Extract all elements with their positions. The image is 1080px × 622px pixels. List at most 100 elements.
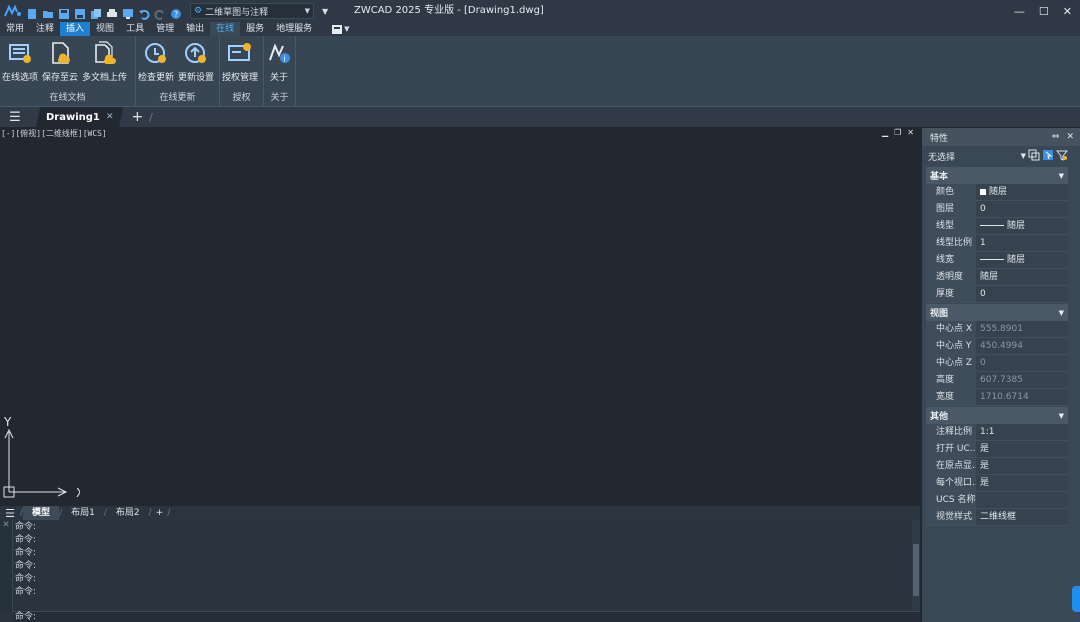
section-basic[interactable]: 基本 ▼	[926, 167, 1068, 184]
viewport-minimize-icon[interactable]: ▁	[882, 128, 888, 137]
prop-row-width[interactable]: 宽度 1710.6714	[926, 389, 1068, 406]
plot-preview-icon[interactable]	[122, 5, 134, 19]
prop-value: 555.8901	[976, 321, 1068, 337]
prop-value	[976, 492, 1068, 508]
chevron-down-icon: ▼	[1058, 308, 1064, 317]
check-update-button[interactable]: 检查更新	[136, 36, 176, 83]
tab-online[interactable]: 在线	[210, 22, 241, 36]
prop-key: 中心点 X	[926, 321, 976, 337]
about-icon: i	[269, 43, 290, 64]
layout-divider: /	[167, 508, 171, 518]
close-icon[interactable]: ✕	[1066, 132, 1074, 142]
toggle-pickadd-icon[interactable]	[1028, 149, 1040, 164]
add-tab-button[interactable]: +	[131, 109, 143, 125]
drawing-canvas[interactable]: [-][俯视][二维线框][WCS] ▁ ❐ ✕ Y X	[0, 127, 920, 506]
help-icon[interactable]: ?	[170, 5, 182, 19]
prop-key: 中心点 Y	[926, 338, 976, 354]
layout-tab-layout1[interactable]: 布局1	[62, 506, 104, 520]
open-folder-icon[interactable]	[42, 5, 54, 18]
add-layout-button[interactable]: +	[152, 506, 168, 520]
redo-icon[interactable]	[154, 5, 166, 20]
update-settings-button[interactable]: 更新设置	[176, 36, 216, 83]
prop-row-thickness[interactable]: 厚度 0	[926, 286, 1068, 303]
hamburger-menu-icon[interactable]: ☰	[0, 110, 30, 125]
lineweight-sample	[980, 259, 1004, 260]
prop-row-lineweight[interactable]: 线宽 随层	[926, 252, 1068, 269]
print-icon[interactable]	[106, 5, 118, 17]
close-icon[interactable]: ✕	[0, 520, 12, 530]
selection-dropdown[interactable]: 无选择 ▼	[926, 148, 1026, 164]
tab-service[interactable]: 服务	[240, 22, 270, 36]
prop-row-linetype[interactable]: 线型 随层	[926, 218, 1068, 235]
scrollbar-thumb[interactable]	[913, 544, 919, 596]
save-icon[interactable]	[58, 5, 70, 19]
tab-output[interactable]: 输出	[180, 22, 210, 36]
online-options-button[interactable]: 在线选项	[0, 36, 40, 83]
layout-tab-model[interactable]: 模型	[23, 506, 60, 520]
prop-value: 0	[976, 355, 1068, 371]
prop-row-transparency[interactable]: 透明度 随层	[926, 269, 1068, 286]
app-logo-icon[interactable]	[4, 4, 22, 18]
prop-value: 1:1	[976, 424, 1068, 440]
license-manage-button[interactable]: 授权管理	[220, 36, 260, 83]
tab-manage[interactable]: 管理	[150, 22, 180, 36]
multi-doc-upload-button[interactable]: 多文档上传	[80, 36, 129, 83]
copy-icon[interactable]	[90, 5, 102, 19]
online-options-icon	[9, 44, 31, 63]
properties-header: 特性 ⇔ ✕	[922, 128, 1080, 146]
tab-geo-service[interactable]: 地理服务	[270, 22, 318, 36]
minimize-button[interactable]: —	[1014, 5, 1025, 18]
command-scrollbar[interactable]	[912, 520, 920, 610]
ribbon-display-toggle-icon[interactable]: ▼	[332, 24, 350, 34]
maximize-button[interactable]: ☐	[1039, 5, 1049, 18]
prop-row-center-y[interactable]: 中心点 Y 450.4994	[926, 338, 1068, 355]
viewport-close-icon[interactable]: ✕	[907, 128, 914, 137]
about-button[interactable]: i 关于	[264, 36, 294, 83]
layout-tab-layout2[interactable]: 布局2	[107, 506, 149, 520]
prop-value: 是	[976, 441, 1068, 457]
section-view[interactable]: 视图 ▼	[926, 304, 1068, 321]
prop-row-center-x[interactable]: 中心点 X 555.8901	[926, 321, 1068, 338]
workspace-dropdown[interactable]: ⚙ 二维草图与注释 ▼	[190, 3, 314, 19]
section-misc[interactable]: 其他 ▼	[926, 407, 1068, 424]
close-button[interactable]: ✕	[1063, 5, 1072, 18]
properties-palette: 特性 ⇔ ✕ 无选择 ▼ 基本 ▼ 颜色 随层 图层 0 线型 随层 线型比例 1 线宽随…	[922, 128, 1080, 622]
ucs-x-label: X	[76, 486, 80, 500]
side-assistant-tab[interactable]	[1072, 586, 1080, 612]
prop-row-color[interactable]: 颜色 随层	[926, 184, 1068, 201]
prop-row-visual-style[interactable]: 视觉样式 二维线框	[926, 509, 1068, 526]
layout-menu-icon[interactable]: ☰	[0, 507, 20, 520]
command-window-handle[interactable]: ✕	[0, 520, 13, 612]
prop-row-layer[interactable]: 图层 0	[926, 201, 1068, 218]
tab-annotate[interactable]: 注释	[30, 22, 60, 36]
prop-row-ucs-at-origin[interactable]: 在原点显...是	[926, 458, 1068, 475]
select-objects-icon[interactable]	[1042, 149, 1054, 164]
new-file-icon[interactable]	[26, 5, 38, 19]
viewport-label[interactable]: [-][俯视][二维线框][WCS]	[1, 128, 107, 139]
command-input[interactable]: 命令:	[13, 611, 920, 622]
update-settings-icon	[185, 43, 207, 63]
prop-row-ucs-per-viewport[interactable]: 每个视口...是	[926, 475, 1068, 492]
pin-icon[interactable]: ⇔	[1052, 132, 1060, 142]
tab-tools[interactable]: 工具	[120, 22, 150, 36]
prop-row-ucs-name[interactable]: UCS 名称	[926, 492, 1068, 509]
prop-row-ucs-icon-on[interactable]: 打开 UC... 是	[926, 441, 1068, 458]
close-tab-icon[interactable]: ✕	[106, 107, 114, 128]
online-options-label: 在线选项	[2, 73, 39, 83]
quick-select-icon[interactable]	[1055, 149, 1069, 164]
save-as-icon[interactable]	[74, 5, 86, 19]
tab-home[interactable]: 常用	[0, 22, 30, 36]
prop-row-annotation-scale[interactable]: 注释比例 1:1	[926, 424, 1068, 441]
prop-row-center-z[interactable]: 中心点 Z0	[926, 355, 1068, 372]
tab-view[interactable]: 视图	[90, 22, 120, 36]
undo-icon[interactable]	[138, 5, 150, 20]
prop-row-height[interactable]: 高度 607.7385	[926, 372, 1068, 389]
panel-about: i 关于 关于	[264, 36, 296, 106]
prop-value: 随层	[1007, 255, 1026, 265]
tab-insert[interactable]: 插入	[60, 22, 91, 36]
doc-tab-drawing1[interactable]: Drawing1 ✕	[35, 106, 124, 128]
customize-toolbar-icon[interactable]: ▼	[322, 7, 328, 16]
viewport-restore-icon[interactable]: ❐	[894, 128, 901, 137]
save-to-cloud-button[interactable]: 保存至云	[40, 36, 80, 83]
prop-row-linetype-scale[interactable]: 线型比例 1	[926, 235, 1068, 252]
